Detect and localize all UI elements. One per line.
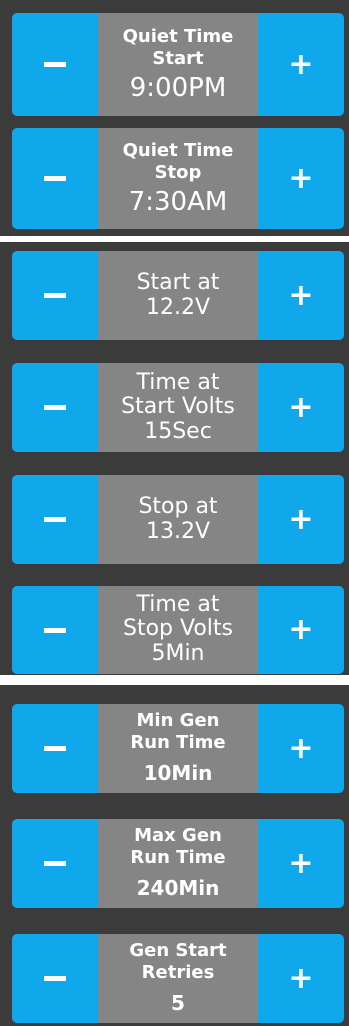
min-gen-run-time-control: Min Gen Run Time 10Min + (12, 704, 344, 793)
max-gen-run-time-control: Max Gen Run Time 240Min + (12, 819, 344, 908)
time-at-start-volts-value: 15Sec (144, 418, 212, 444)
min-gen-run-time-value: 10Min (143, 760, 213, 785)
minus-icon (44, 176, 66, 181)
minus-icon (44, 62, 66, 67)
quiet-time-stop-label-line2: Stop (154, 161, 202, 183)
min-gen-run-time-decrease-button[interactable] (12, 704, 98, 793)
max-gen-run-time-display: Max Gen Run Time 240Min (98, 819, 258, 908)
quiet-time-start-control: Quiet Time Start 9:00PM + (12, 13, 344, 116)
stop-at-display: Stop at 13.2V (98, 475, 258, 564)
max-gen-run-time-label-line2: Run Time (130, 846, 226, 868)
plus-icon: + (288, 501, 314, 537)
plus-icon: + (288, 277, 314, 313)
time-at-start-volts-decrease-button[interactable] (12, 363, 98, 452)
voltage-panel: Start at 12.2V + Time at Start Volts 15S… (0, 242, 349, 675)
time-at-start-volts-display: Time at Start Volts 15Sec (98, 363, 258, 452)
quiet-time-stop-increase-button[interactable]: + (258, 128, 344, 229)
plus-icon: + (288, 46, 314, 82)
minus-icon (44, 405, 66, 410)
quiet-time-stop-label-line1: Quiet Time (122, 139, 234, 161)
min-gen-run-time-label-line1: Min Gen (136, 709, 220, 731)
quiet-time-start-increase-button[interactable]: + (258, 13, 344, 116)
time-at-stop-volts-decrease-button[interactable] (12, 586, 98, 674)
generator-panel: Min Gen Run Time 10Min + Max Gen Run Tim… (0, 685, 349, 1026)
stop-at-control: Stop at 13.2V + (12, 475, 344, 564)
start-at-decrease-button[interactable] (12, 251, 98, 340)
plus-icon: + (288, 845, 314, 881)
gen-start-retries-value: 5 (171, 990, 185, 1015)
minus-icon (44, 627, 66, 633)
quiet-time-panel: Quiet Time Start 9:00PM + Quiet Time Sto… (0, 0, 349, 236)
time-at-start-volts-label-line2: Start Volts (121, 393, 235, 419)
minus-icon (44, 517, 66, 522)
start-at-display: Start at 12.2V (98, 251, 258, 340)
time-at-stop-volts-value: 5Min (151, 641, 205, 666)
max-gen-run-time-increase-button[interactable]: + (258, 819, 344, 908)
start-at-label: Start at (136, 269, 220, 295)
time-at-start-volts-label-line1: Time at (136, 369, 220, 395)
time-at-start-volts-increase-button[interactable]: + (258, 363, 344, 452)
start-at-value: 12.2V (145, 294, 211, 320)
minus-icon (44, 746, 66, 751)
time-at-stop-volts-label-line2: Stop Volts (122, 616, 233, 641)
gen-start-retries-label-line1: Gen Start (129, 939, 227, 961)
minus-icon (44, 861, 66, 866)
gen-start-retries-label-line2: Retries (141, 961, 215, 983)
min-gen-run-time-label-line2: Run Time (130, 731, 226, 753)
gen-start-retries-increase-button[interactable]: + (258, 934, 344, 1023)
minus-icon (44, 976, 66, 981)
time-at-start-volts-control: Time at Start Volts 15Sec + (12, 363, 344, 452)
start-at-increase-button[interactable]: + (258, 251, 344, 340)
time-at-stop-volts-control: Time at Stop Volts 5Min + (12, 586, 344, 674)
plus-icon: + (288, 389, 314, 425)
quiet-time-start-label-line2: Start (152, 47, 204, 69)
stop-at-label: Stop at (138, 493, 218, 519)
quiet-time-start-decrease-button[interactable] (12, 13, 98, 116)
time-at-stop-volts-increase-button[interactable]: + (258, 586, 344, 674)
quiet-time-stop-decrease-button[interactable] (12, 128, 98, 229)
gen-start-retries-control: Gen Start Retries 5 + (12, 934, 344, 1023)
quiet-time-stop-display: Quiet Time Stop 7:30AM (98, 128, 258, 229)
time-at-stop-volts-label-line1: Time at (136, 592, 220, 617)
quiet-time-stop-control: Quiet Time Stop 7:30AM + (12, 128, 344, 229)
plus-icon: + (288, 160, 314, 196)
stop-at-value: 13.2V (145, 518, 211, 544)
max-gen-run-time-value: 240Min (136, 875, 220, 900)
gen-start-retries-decrease-button[interactable] (12, 934, 98, 1023)
min-gen-run-time-increase-button[interactable]: + (258, 704, 344, 793)
plus-icon: + (288, 612, 314, 647)
gen-start-retries-display: Gen Start Retries 5 (98, 934, 258, 1023)
quiet-time-start-display: Quiet Time Start 9:00PM (98, 13, 258, 116)
start-at-control: Start at 12.2V + (12, 251, 344, 340)
max-gen-run-time-decrease-button[interactable] (12, 819, 98, 908)
stop-at-increase-button[interactable]: + (258, 475, 344, 564)
max-gen-run-time-label-line1: Max Gen (134, 824, 222, 846)
quiet-time-start-label-line1: Quiet Time (122, 25, 234, 47)
min-gen-run-time-display: Min Gen Run Time 10Min (98, 704, 258, 793)
quiet-time-stop-value: 7:30AM (128, 186, 228, 217)
quiet-time-start-value: 9:00PM (129, 72, 227, 103)
stop-at-decrease-button[interactable] (12, 475, 98, 564)
time-at-stop-volts-display: Time at Stop Volts 5Min (98, 586, 258, 674)
plus-icon: + (288, 730, 314, 766)
plus-icon: + (288, 960, 314, 996)
minus-icon (44, 293, 66, 298)
